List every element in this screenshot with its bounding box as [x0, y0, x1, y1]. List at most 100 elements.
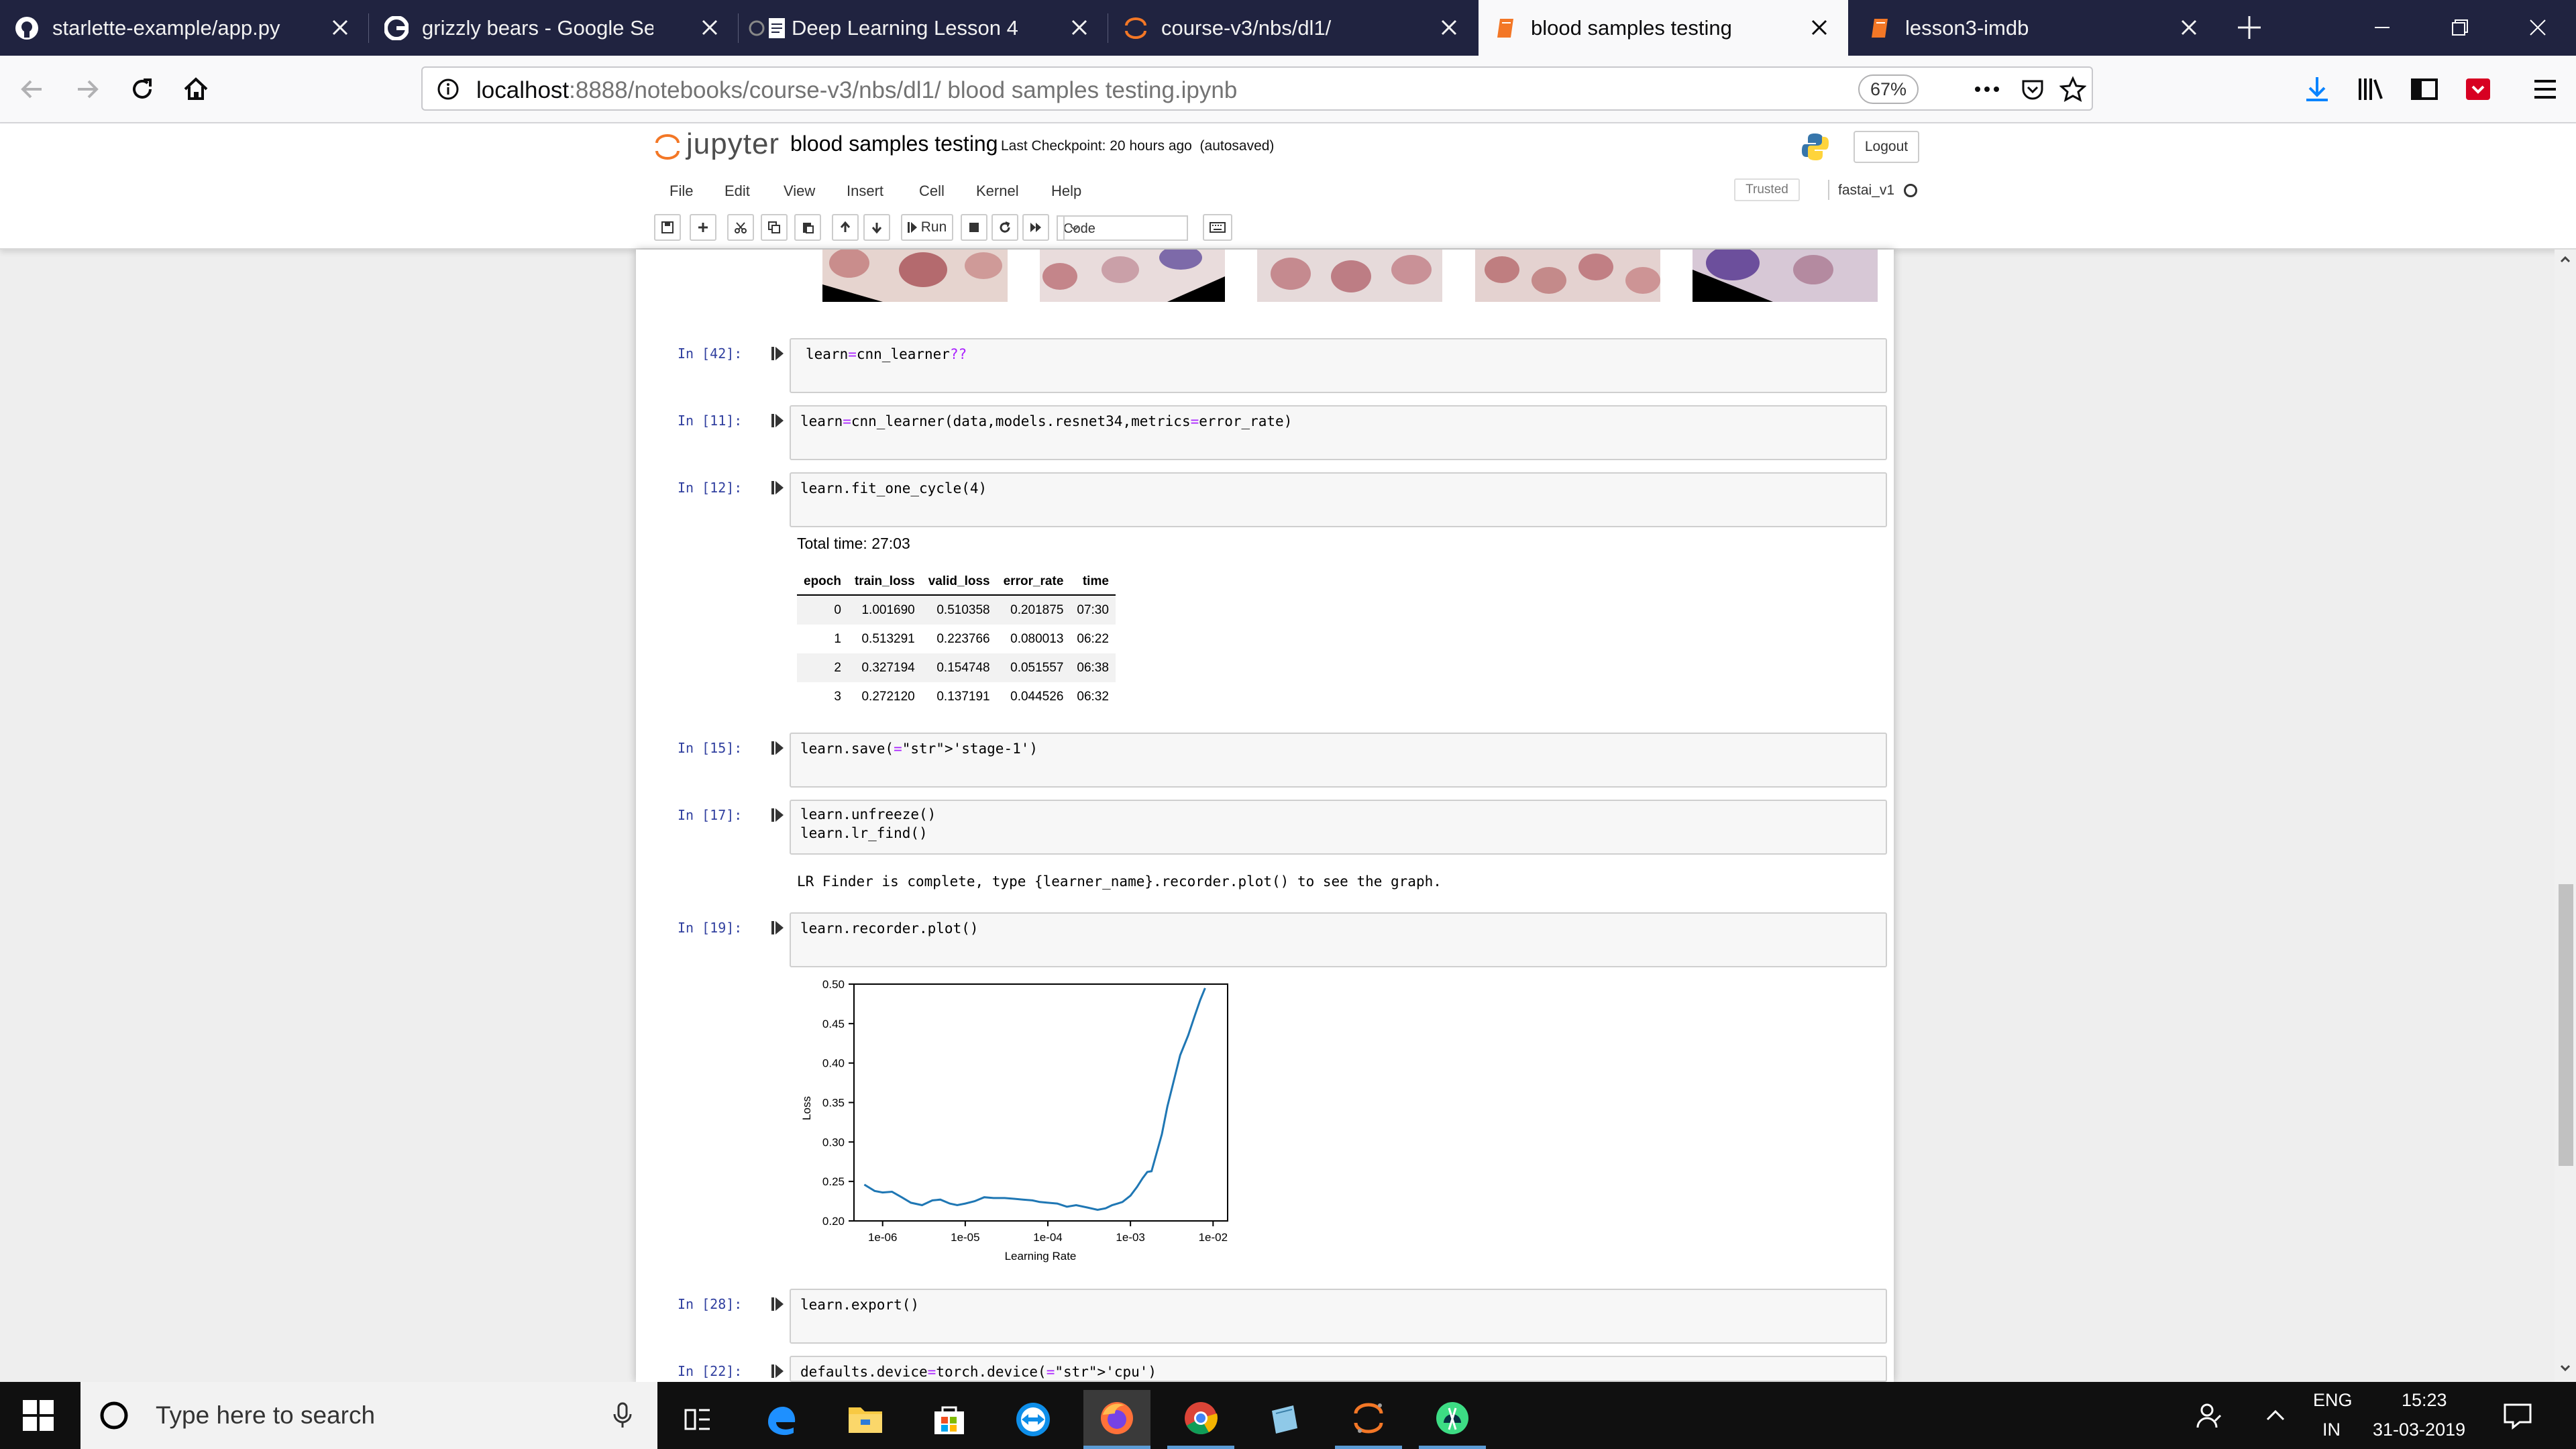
logout-button[interactable]: Logout: [1854, 131, 1919, 163]
cut-button[interactable]: [727, 214, 754, 241]
cell-code[interactable]: learn.save(="str">'stage-1'): [800, 739, 1038, 758]
menu-kernel[interactable]: Kernel: [976, 182, 1019, 200]
library-icon[interactable]: [2353, 72, 2388, 107]
home-icon[interactable]: [178, 72, 213, 107]
info-icon[interactable]: [436, 77, 460, 101]
pocket-list-icon[interactable]: [2461, 72, 2496, 107]
copy-button[interactable]: [761, 214, 788, 241]
run-cell-icon[interactable]: [771, 1364, 784, 1379]
taskbar-chrome[interactable]: [1167, 1390, 1234, 1449]
tab-course-v3[interactable]: course-v3/nbs/dl1/: [1109, 0, 1478, 56]
taskbar-edge[interactable]: [748, 1390, 815, 1449]
taskbar-firefox[interactable]: [1083, 1390, 1150, 1449]
cell-type-select[interactable]: Code: [1057, 215, 1188, 241]
zoom-level[interactable]: 67%: [1858, 74, 1919, 104]
region-indicator[interactable]: IN: [2322, 1419, 2341, 1440]
menu-file[interactable]: File: [669, 182, 693, 200]
close-icon[interactable]: [1067, 15, 1092, 40]
cell-code[interactable]: learn=cnn_learner(data,models.resnet34,m…: [800, 412, 1292, 431]
page-scrollbar[interactable]: [2555, 250, 2576, 1382]
restore-icon[interactable]: [2445, 12, 2475, 43]
jupyter-logo-icon[interactable]: [654, 132, 681, 162]
tab-grizzly[interactable]: grizzly bears - Google Search: [370, 0, 739, 56]
close-icon[interactable]: [2176, 15, 2202, 40]
paste-button[interactable]: [794, 214, 821, 241]
move-up-button[interactable]: [832, 214, 859, 241]
scroll-up-icon[interactable]: [2557, 251, 2573, 267]
address-bar[interactable]: localhost:8888/notebooks/course-v3/nbs/d…: [421, 66, 2093, 111]
window-close-icon[interactable]: [2522, 12, 2553, 43]
run-cell-icon[interactable]: [771, 480, 784, 495]
insert-cell-button[interactable]: [690, 214, 716, 241]
cell-code[interactable]: learn.recorder.plot(): [800, 919, 979, 938]
taskbar-search-placeholder[interactable]: Type here to search: [156, 1401, 375, 1430]
action-center-icon[interactable]: [2502, 1401, 2533, 1430]
back-arrow-icon[interactable]: [15, 72, 50, 107]
taskbar-android-studio[interactable]: [1419, 1390, 1486, 1449]
taskbar-jupyter[interactable]: [1335, 1390, 1402, 1449]
jupyter-logo-text[interactable]: jupyter: [686, 127, 780, 161]
menu-insert[interactable]: Insert: [847, 182, 883, 200]
forward-arrow-icon[interactable]: [70, 72, 105, 107]
notebook-name[interactable]: blood samples testing: [790, 131, 998, 156]
close-icon[interactable]: [697, 15, 722, 40]
cell-code[interactable]: learn=cnn_learner??: [806, 345, 967, 364]
restart-kernel-button[interactable]: [991, 214, 1018, 241]
menu-view[interactable]: View: [784, 182, 815, 200]
cell-code[interactable]: defaults.device=torch.device(="str">'cpu…: [800, 1362, 1157, 1381]
page-actions-icon[interactable]: [1972, 76, 2002, 103]
menu-cell[interactable]: Cell: [919, 182, 945, 200]
download-icon[interactable]: [2300, 72, 2334, 107]
kernel-name[interactable]: fastai_v1: [1838, 182, 1894, 199]
minimize-icon[interactable]: [2367, 12, 2398, 43]
cell-code[interactable]: learn.export(): [800, 1295, 919, 1314]
interrupt-button[interactable]: [961, 214, 987, 241]
menu-edit[interactable]: Edit: [724, 182, 750, 200]
scrollbar-thumb[interactable]: [2559, 884, 2573, 1166]
command-palette-button[interactable]: [1203, 214, 1232, 241]
save-button[interactable]: [654, 214, 681, 241]
language-indicator[interactable]: ENG: [2313, 1390, 2353, 1411]
close-icon[interactable]: [1436, 15, 1462, 40]
menu-help[interactable]: Help: [1051, 182, 1081, 200]
tab-deep-learning[interactable]: Deep Learning Lesson 4 N: [739, 0, 1108, 56]
code-cell[interactable]: learn=cnn_learner(data,models.resnet34,m…: [790, 405, 1887, 460]
cell-code[interactable]: learn.fit_one_cycle(4): [800, 479, 987, 498]
run-button[interactable]: Run: [901, 214, 953, 241]
tab-lesson3-imdb[interactable]: lesson3-imdb: [1849, 0, 2218, 56]
run-cell-icon[interactable]: [771, 920, 784, 935]
code-cell[interactable]: defaults.device=torch.device(="str">'cpu…: [790, 1356, 1887, 1382]
close-icon[interactable]: [327, 15, 353, 40]
code-cell[interactable]: learn=cnn_learner??: [790, 338, 1887, 393]
tab-blood-samples[interactable]: blood samples testing: [1479, 0, 1848, 56]
url-text[interactable]: localhost:8888/notebooks/course-v3/nbs/d…: [476, 77, 1237, 104]
code-cell[interactable]: learn.save(="str">'stage-1'): [790, 733, 1887, 788]
menu-icon[interactable]: [2528, 72, 2563, 107]
run-cell-icon[interactable]: [771, 1297, 784, 1311]
taskbar-teamviewer[interactable]: [1000, 1390, 1067, 1449]
run-cell-icon[interactable]: [771, 741, 784, 755]
show-hidden-icons-icon[interactable]: [2262, 1402, 2289, 1429]
people-icon[interactable]: [2194, 1401, 2223, 1430]
tab-starlette[interactable]: starlette-example/app.py at m: [0, 0, 369, 56]
clock-time[interactable]: 15:23: [2402, 1390, 2447, 1411]
reload-icon[interactable]: [125, 72, 160, 107]
sidebar-icon[interactable]: [2407, 72, 2442, 107]
bookmark-star-icon[interactable]: [2059, 76, 2086, 103]
taskbar-notes[interactable]: [1251, 1390, 1318, 1449]
trusted-indicator[interactable]: Trusted: [1734, 178, 1800, 201]
new-tab-icon[interactable]: [2234, 12, 2265, 43]
scroll-down-icon[interactable]: [2557, 1360, 2573, 1377]
move-down-button[interactable]: [863, 214, 890, 241]
run-cell-icon[interactable]: [771, 346, 784, 361]
windows-start-icon[interactable]: [21, 1399, 55, 1432]
task-view-button[interactable]: [664, 1390, 731, 1449]
code-cell[interactable]: learn.fit_one_cycle(4): [790, 472, 1887, 527]
microphone-icon[interactable]: [609, 1401, 636, 1430]
cell-code-line[interactable]: learn.unfreeze(): [800, 805, 936, 824]
clock-date[interactable]: 31-03-2019: [2373, 1419, 2465, 1440]
run-cell-icon[interactable]: [771, 808, 784, 822]
close-icon[interactable]: [1807, 15, 1832, 40]
code-cell[interactable]: learn.export(): [790, 1289, 1887, 1344]
run-cell-icon[interactable]: [771, 413, 784, 428]
